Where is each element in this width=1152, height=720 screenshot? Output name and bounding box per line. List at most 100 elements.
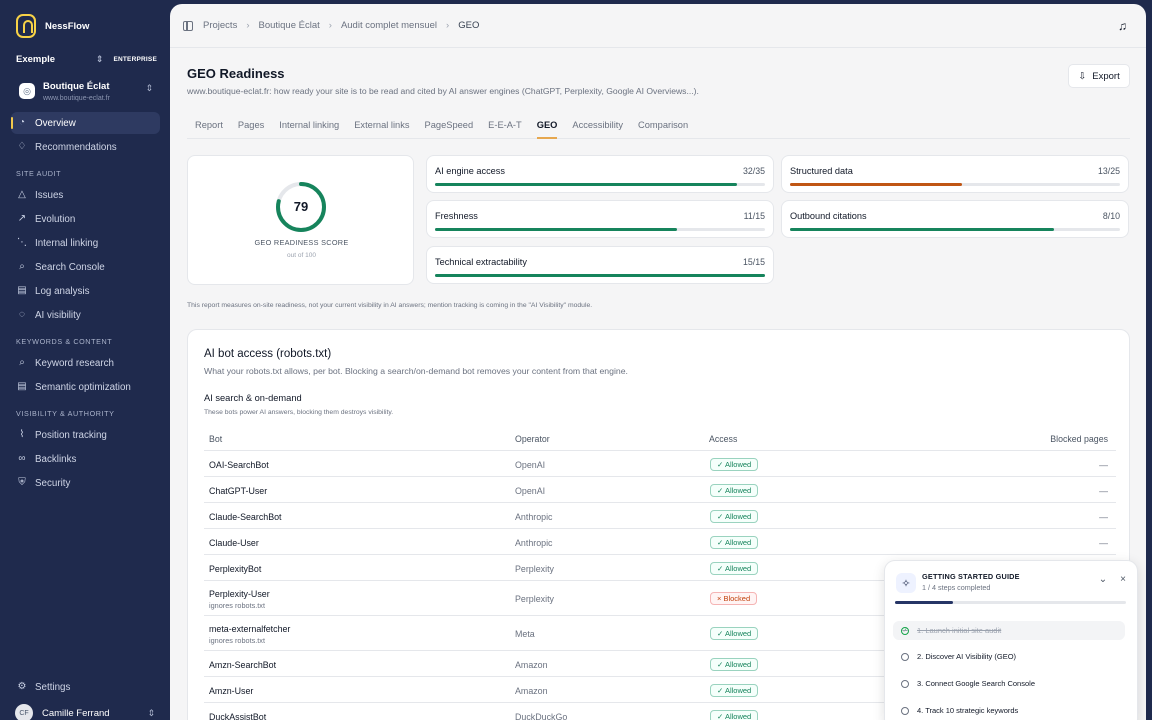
top-bar: Projects › Boutique Éclat › Audit comple… [170,4,1146,48]
bell-icon[interactable]: ♫ [1118,19,1130,33]
sidebar-item-label: Semantic optimization [35,381,131,393]
workspace-name: Exemple [16,54,56,65]
breadcrumb: Projects › Boutique Éclat › Audit comple… [203,20,479,31]
sidebar-item-ai-visibility[interactable]: ◌ AI visibility [11,304,160,326]
empty-circle-icon [901,679,909,688]
sidebar-toggle-icon[interactable] [183,20,193,31]
table-row: Claude-SearchBot Anthropic ✓ Allowed — [204,503,1116,529]
operator: Amazon [515,686,548,696]
export-button[interactable]: ⇩ Export [1068,64,1130,88]
export-button-label: Export [1092,70,1120,82]
access-status-badge: ✓ Allowed [710,710,759,720]
tab-pagespeed[interactable]: PageSpeed [425,115,474,139]
bot-name: Amzn-SearchBot [209,660,277,670]
breadcrumb-projects[interactable]: Projects [203,20,237,31]
tab-pages[interactable]: Pages [238,115,264,139]
empty-circle-icon [901,652,909,661]
guide-step-3[interactable]: 3. Connect Google Search Console [893,674,1125,693]
tab-internal-linking[interactable]: Internal linking [279,115,339,139]
sidebar: NessFlow Exemple ⇕ ENTERPRISE ◎ Boutique… [0,0,170,720]
bot-note: ignores robots.txt [209,636,265,645]
table-row: Claude-User Anthropic ✓ Allowed — [204,529,1116,555]
access-card-title: AI bot access (robots.txt) [204,348,332,360]
metric-name: Freshness [435,211,478,221]
sidebar-item-label: Log analysis [35,285,90,297]
access-status-label: Allowed [724,486,752,495]
tab-accessibility[interactable]: Accessibility [572,115,623,139]
sidebar-item-label: AI visibility [35,309,81,321]
sidebar-item-log-analysis[interactable]: ▤ Log analysis [11,280,160,302]
metric-card-structured-data: Structured data 13/25 [781,155,1129,193]
user-menu[interactable]: CF Camille Ferrand ⇕ [15,704,155,720]
guide-title: GETTING STARTED GUIDE [922,572,1020,581]
sidebar-item-internal-linking[interactable]: ⋱ Internal linking [11,232,160,254]
access-status-label: Blocked [723,594,751,603]
access-status-badge: × Blocked [710,592,758,605]
workspace-switcher[interactable]: Exemple ⇕ ENTERPRISE [16,54,157,65]
column-header-access: Access [709,434,738,444]
sidebar-item-semantic-optimization[interactable]: ▤ Semantic optimization [11,376,160,398]
sidebar-item-search-console[interactable]: ⌕ Search Console [11,256,160,278]
metric-progress-track [435,228,765,231]
access-status-badge: ✓ Allowed [710,684,759,697]
sidebar-item-label: Overview [35,117,76,129]
access-status-label: Allowed [724,538,752,547]
sidebar-item-label: Evolution [35,213,76,225]
sidebar-item-label: Issues [35,189,64,201]
score-label: GEO READINESS SCORE [254,238,349,247]
breadcrumb-current: GEO [458,20,480,31]
tab-report[interactable]: Report [195,115,223,139]
breadcrumb-audit[interactable]: Audit complet mensuel [341,20,437,31]
site-switcher[interactable]: ◎ Boutique Éclat www.boutique-eclat.fr ⇕ [12,75,159,107]
line-chart-icon: ⌇ [19,429,25,440]
metric-score: 13/25 [1097,166,1120,176]
guide-progress-fill [895,601,953,604]
metric-progress-fill [435,228,677,231]
guide-step-2[interactable]: 2. Discover AI Visibility (GEO) [893,647,1125,666]
guide-step-4[interactable]: 4. Track 10 strategic keywords [893,701,1125,720]
brand[interactable]: NessFlow [16,14,89,38]
sidebar-item-position-tracking[interactable]: ⌇ Position tracking [11,424,160,446]
sidebar-item-issues[interactable]: △ Issues [11,184,160,206]
metric-card-technical-extractability: Technical extractability 15/15 [426,246,774,284]
sidebar-item-settings[interactable]: ⚙ Settings [11,676,160,698]
readiness-note: This report measures on-site readiness, … [187,302,593,309]
sidebar-item-label: Position tracking [35,429,107,441]
tab-external-links[interactable]: External links [354,115,409,139]
sidebar-item-security[interactable]: ⛨ Security [11,472,160,494]
guide-step-1[interactable]: ✓ 1. Launch initial site audit [893,621,1125,640]
tab-comparison[interactable]: Comparison [638,115,688,139]
column-header-blocked-pages: Blocked pages [1050,434,1108,444]
breadcrumb-site[interactable]: Boutique Éclat [259,20,320,31]
metric-card-outbound-citations: Outbound citations 8/10 [781,200,1129,238]
empty-circle-icon [901,706,909,715]
access-status-badge: ✓ Allowed [710,658,759,671]
operator: Meta [515,629,535,639]
check-circle-icon: ✓ [901,626,909,635]
access-status-label: Allowed [724,460,752,469]
tab-geo[interactable]: GEO [536,115,558,139]
operator: OpenAI [515,460,546,470]
close-icon[interactable]: × [1120,574,1126,585]
access-status-badge: ✓ Allowed [710,510,759,523]
sidebar-item-recommendations[interactable]: ♢ Recommendations [11,136,160,158]
lightbulb-icon: ♢ [17,141,27,152]
page-subtitle: www.boutique-eclat.fr: how ready your si… [187,86,699,96]
metric-progress-fill [790,228,1054,231]
alert-triangle-icon: △ [18,189,26,200]
sidebar-item-backlinks[interactable]: ∞ Backlinks [11,448,160,470]
table-row: ChatGPT-User OpenAI ✓ Allowed — [204,477,1116,503]
blocked-pages: — [1099,486,1108,496]
file-text-icon: ▤ [17,285,27,296]
operator: Amazon [515,660,548,670]
bot-group-description: These bots power AI answers, blocking th… [204,409,394,416]
sidebar-item-label: Backlinks [35,453,77,465]
sidebar-item-keyword-research[interactable]: ⌕ Keyword research [11,352,160,374]
sidebar-item-overview[interactable]: ◔ Overview [11,112,160,134]
chevron-down-icon[interactable]: ⌄ [1099,574,1107,585]
sidebar-item-evolution[interactable]: ↗ Evolution [11,208,160,230]
tab-eeat[interactable]: E-E-A-T [488,115,522,139]
access-status-badge: ✓ Allowed [710,458,759,471]
access-status-label: Allowed [724,512,752,521]
operator: DuckDuckGo [515,712,568,720]
